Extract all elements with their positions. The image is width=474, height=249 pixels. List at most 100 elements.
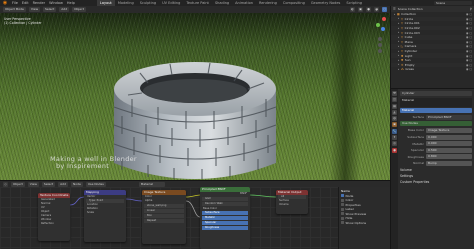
visibility-icon[interactable]: ◉ ▢ [466, 31, 472, 35]
material-shading-icon[interactable]: ◕ [374, 7, 379, 12]
navigation-gizmo[interactable] [372, 15, 388, 55]
custom-properties-section[interactable]: Custom Properties [400, 180, 472, 184]
solid-shading-icon[interactable]: ● [366, 7, 371, 12]
particles-tab-icon[interactable]: ✦ [392, 135, 397, 141]
expand-arrow-icon[interactable]: ▸ [398, 36, 399, 39]
overlay-icon[interactable]: ◐ [350, 7, 355, 12]
material-output-node[interactable]: Material Output All Surface Volume [276, 190, 308, 214]
visibility-icon[interactable]: ◉ ▢ [466, 67, 472, 71]
output-tab-icon[interactable]: ▤ [392, 103, 397, 109]
shader-node-editor[interactable]: Texture Coordinate Generated Normal UV O… [0, 187, 390, 249]
visibility-icon[interactable]: ◉ ▢ [466, 44, 472, 48]
node-sidebar-row[interactable]: Show Options [341, 221, 388, 226]
object-name-field[interactable]: Cylinder [400, 91, 472, 96]
principled-bsdf-node[interactable]: Principled BSDF BSDF GGX Random Walk Bas… [200, 187, 250, 249]
object-tab-icon[interactable]: ▣ [392, 122, 397, 128]
physics-tab-icon[interactable]: ◎ [392, 141, 397, 147]
modifier-tab-icon[interactable]: 🔧 [392, 128, 397, 134]
axis-z-icon[interactable] [381, 27, 385, 31]
roughness-input[interactable]: Roughness [202, 226, 248, 230]
visibility-icon[interactable]: ◉ ▢ [466, 58, 472, 62]
axis-y-icon[interactable] [376, 23, 380, 27]
editor-type-icon[interactable]: ◇ [3, 181, 8, 187]
rendered-shading-icon[interactable]: ○ [382, 7, 387, 12]
settings-section[interactable]: Settings [400, 174, 472, 178]
render-tab-icon[interactable]: ◫ [392, 97, 397, 103]
expand-arrow-icon[interactable]: ▸ [398, 50, 399, 53]
3d-viewport[interactable]: User Perspective (1) Collection | Cylind… [0, 13, 390, 180]
expand-arrow-icon[interactable]: ▸ [394, 13, 395, 16]
ne-view-menu[interactable]: View [27, 181, 39, 187]
visibility-icon[interactable]: ◉ ▢ [466, 63, 472, 67]
filter-icon[interactable]: ⚲ [470, 7, 472, 11]
axis-x-icon[interactable] [382, 17, 386, 21]
distribution-dropdown[interactable]: GGX [202, 197, 248, 201]
mode-dropdown[interactable]: Object Mode [3, 7, 26, 12]
expand-arrow-icon[interactable]: ▸ [398, 17, 399, 20]
projection-dropdown[interactable]: Box [144, 214, 184, 218]
zoom-icon[interactable] [378, 37, 382, 41]
checkbox-icon[interactable] [341, 212, 344, 216]
ne-add-menu[interactable]: Add [58, 181, 68, 187]
visibility-icon[interactable]: ◉ ▢ [466, 40, 472, 44]
checkbox-icon[interactable] [341, 207, 344, 211]
object-menu[interactable]: Object [72, 7, 86, 12]
pan-icon[interactable] [378, 43, 382, 47]
shader-field-value[interactable]: 0.000 [426, 134, 472, 140]
image-texture-node[interactable]: Image Texture Color Alpha stone_wall.png… [142, 190, 186, 244]
checkbox-icon[interactable] [341, 216, 344, 220]
shader-field-value[interactable]: 0.500 [426, 147, 472, 153]
visibility-icon[interactable]: ◉ ▢ [466, 17, 472, 21]
add-menu[interactable]: Add [59, 7, 70, 12]
metallic-input[interactable]: Metallic [202, 216, 248, 220]
shader-field-value[interactable]: Bump [426, 160, 472, 166]
outliner-item[interactable]: ▸ ⁂ Grass ◉ ▢ [391, 67, 474, 72]
volume-section[interactable]: Volume [400, 168, 472, 172]
expand-arrow-icon[interactable]: ▸ [398, 54, 399, 57]
checkbox-icon[interactable] [341, 221, 344, 225]
world-tab-icon[interactable]: ◍ [392, 116, 397, 122]
shader-field-value[interactable]: 0.800 [426, 154, 472, 160]
visibility-icon[interactable]: ◉ ▢ [466, 54, 472, 58]
checkbox-icon[interactable] [341, 198, 344, 202]
view-menu[interactable]: View [28, 7, 41, 12]
scene-selector[interactable]: Scene [434, 1, 472, 5]
visibility-icon[interactable]: ◉ ▢ [466, 26, 472, 30]
subsurface-input[interactable]: Subsurface [202, 211, 248, 215]
interpolation-dropdown[interactable]: Linear [144, 209, 184, 213]
ne-node-menu[interactable]: Node [70, 181, 83, 187]
expand-arrow-icon[interactable]: ▸ [398, 45, 399, 48]
expand-arrow-icon[interactable]: ▸ [398, 40, 399, 43]
image-file-field[interactable]: stone_wall.png [144, 204, 184, 208]
use-nodes-button[interactable]: Use Nodes [400, 121, 472, 127]
expand-arrow-icon[interactable]: ▸ [398, 22, 399, 25]
scene-tab-icon[interactable]: ◭ [392, 109, 397, 115]
subsurface-method-dropdown[interactable]: Random Walk [202, 202, 248, 206]
outliner-view-icon[interactable]: ☰ [393, 7, 396, 11]
material-name-field[interactable]: Material [400, 108, 472, 114]
visibility-icon[interactable]: ◉ ▢ [466, 12, 472, 16]
ne-select-menu[interactable]: Select [41, 181, 56, 187]
mapping-node[interactable]: Mapping Vector Type: Point Location Rota… [84, 190, 126, 242]
material-tab-icon[interactable]: ● [392, 147, 397, 153]
xray-icon[interactable]: ▣ [358, 7, 363, 12]
extension-dropdown[interactable]: Repeat [144, 219, 184, 223]
specular-input[interactable]: Specular [202, 221, 248, 225]
expand-arrow-icon[interactable]: ▸ [398, 27, 399, 30]
expand-arrow-icon[interactable]: ▸ [398, 68, 399, 71]
shader-field-value[interactable]: 0.000 [426, 141, 472, 147]
expand-arrow-icon[interactable]: ▸ [398, 63, 399, 66]
shader-field-value[interactable]: Image Texture [426, 127, 472, 133]
expand-arrow-icon[interactable]: ▸ [398, 59, 399, 62]
expand-arrow-icon[interactable]: ▸ [398, 31, 399, 34]
visibility-icon[interactable]: ◉ ▢ [466, 21, 472, 25]
material-slot-list[interactable]: Material [400, 97, 472, 107]
tool-tab-icon[interactable]: ⚒ [392, 91, 397, 96]
checkbox-icon[interactable] [341, 203, 344, 207]
select-menu[interactable]: Select [43, 7, 57, 12]
object-dropdown[interactable]: Object [11, 181, 25, 187]
use-nodes-toggle[interactable]: Use Nodes [85, 181, 106, 187]
texture-coordinate-node[interactable]: Texture Coordinate Generated Normal UV O… [38, 193, 70, 241]
checkbox-icon[interactable] [341, 194, 344, 198]
material-selector[interactable]: Material [138, 181, 165, 187]
